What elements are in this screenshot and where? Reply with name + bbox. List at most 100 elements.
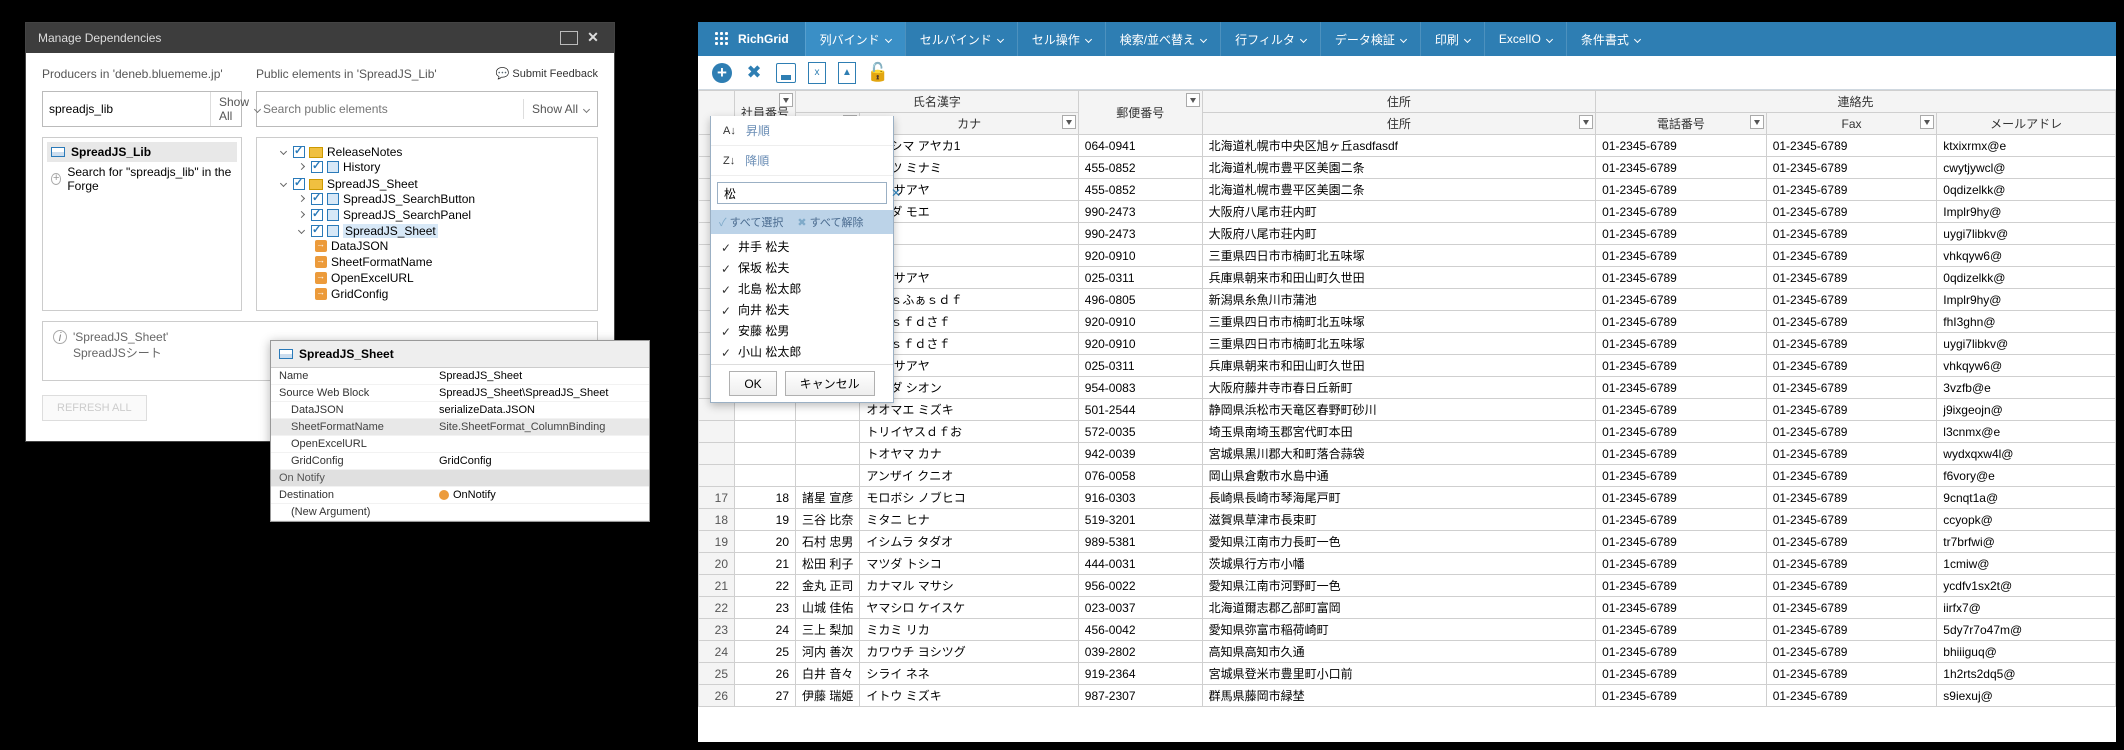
- filter-button[interactable]: [1750, 115, 1764, 129]
- filter-options-list[interactable]: ✓井手 松夫✓保坂 松夫✓北島 松太郎✓向井 松夫✓安藤 松男✓小山 松太郎: [711, 234, 893, 364]
- table-row[interactable]: あｄｓｆｄさｆ920-0910三重県四日市市楠町北五味塚01-2345-6789…: [699, 311, 2116, 333]
- tree-node[interactable]: SheetFormatName: [315, 255, 593, 269]
- filter-button[interactable]: [1920, 115, 1934, 129]
- property-row[interactable]: SheetFormatNameSite.SheetFormat_ColumnBi…: [271, 419, 649, 436]
- menu-item[interactable]: ExcelIO: [1484, 22, 1566, 56]
- table-row[interactable]: ABC920-0910三重県四日市市楠町北五味塚01-2345-678901-2…: [699, 245, 2116, 267]
- col-header[interactable]: 郵便番号: [1078, 91, 1202, 135]
- table-row[interactable]: ハラ サアヤ455-0852北海道札幌市豊平区美園二条01-2345-67890…: [699, 179, 2116, 201]
- table-row[interactable]: タケダ シオン954-0083大阪府藤井寺市春日丘新町01-2345-67890…: [699, 377, 2116, 399]
- property-row[interactable]: Source Web BlockSpreadJS_Sheet\SpreadJS_…: [271, 385, 649, 402]
- table-row[interactable]: アンザイ クニオ076-0058岡山県倉敷市水島中通01-2345-678901…: [699, 465, 2116, 487]
- table-row[interactable]: トリイヤスｄｆお572-0035埼玉県南埼玉郡宮代町本田01-2345-6789…: [699, 421, 2116, 443]
- col-header[interactable]: メールアドレ: [1937, 113, 2116, 135]
- close-icon[interactable]: ✕: [584, 31, 602, 45]
- table-row[interactable]: ハラ サアヤ025-0311兵庫県朝来市和田山町久世田01-2345-67890…: [699, 267, 2116, 289]
- table-row[interactable]: ハラ サアヤ025-0311兵庫県朝来市和田山町久世田01-2345-67890…: [699, 355, 2116, 377]
- menu-item[interactable]: セル操作: [1017, 22, 1105, 56]
- tree-node[interactable]: DataJSON: [315, 239, 593, 253]
- tree-node[interactable]: History: [297, 160, 593, 174]
- filter-option[interactable]: ✓向井 松夫: [711, 299, 893, 320]
- menu-item[interactable]: 行フィルタ: [1220, 22, 1320, 56]
- table-row[interactable]: 2627伊藤 瑞姫イトウ ミズキ987-2307群馬県藤岡市緑埜01-2345-…: [699, 685, 2116, 707]
- forge-search-item[interactable]: Search for "spreadjs_lib" in the Forge: [47, 162, 237, 196]
- checkbox-icon[interactable]: [311, 161, 323, 173]
- filter-button[interactable]: [1062, 115, 1076, 129]
- menu-item[interactable]: 印刷: [1420, 22, 1484, 56]
- table-row[interactable]: マツシマ アヤカ1064-0941北海道札幌市中央区旭ヶ丘asdfasdf01-…: [699, 135, 2116, 157]
- property-row[interactable]: OpenExcelURL: [271, 436, 649, 453]
- tree-node[interactable]: OpenExcelURL: [315, 271, 593, 285]
- col-header[interactable]: 電話番号: [1596, 113, 1767, 135]
- sort-asc[interactable]: A↓昇順: [711, 116, 893, 146]
- filter-option[interactable]: ✓安藤 松男: [711, 320, 893, 341]
- unlock-icon[interactable]: 🔓: [868, 63, 888, 83]
- clear-search-icon[interactable]: ✕: [885, 186, 907, 200]
- table-row[interactable]: 1920石村 忠男イシムラ タダオ989-5381愛知県江南市力長町一色01-2…: [699, 531, 2116, 553]
- tree-node[interactable]: SpreadJS_SearchPanel: [297, 208, 593, 222]
- filter-option[interactable]: ✓北島 松太郎: [711, 278, 893, 299]
- filter-option[interactable]: ✓小山 松太郎: [711, 341, 893, 362]
- add-button[interactable]: +: [712, 63, 732, 83]
- property-row[interactable]: On Notify: [271, 470, 649, 487]
- filter-button[interactable]: [779, 93, 793, 107]
- table-row[interactable]: ハマダ モエ990-2473大阪府八尾市荘内町01-2345-678901-23…: [699, 201, 2116, 223]
- refresh-all-button[interactable]: REFRESH ALL: [42, 395, 147, 421]
- tree-node[interactable]: SpreadJS_SearchButton: [297, 192, 593, 206]
- producer-item[interactable]: SpreadJS_Lib: [47, 142, 237, 162]
- brand[interactable]: RichGrid: [698, 31, 805, 47]
- property-row[interactable]: GridConfigGridConfig: [271, 453, 649, 470]
- table-row[interactable]: 2425河内 善次カワウチ ヨシツグ039-2802高知県高知市久通01-234…: [699, 641, 2116, 663]
- property-row[interactable]: DataJSONserializeData.JSON: [271, 402, 649, 419]
- property-row[interactable]: (New Argument): [271, 504, 649, 521]
- export-pdf-button[interactable]: ▲: [838, 62, 856, 84]
- maximize-icon[interactable]: [560, 31, 578, 45]
- dialog-titlebar[interactable]: Manage Dependencies ✕: [26, 23, 614, 53]
- tree-node[interactable]: GridConfig: [315, 287, 593, 301]
- property-row[interactable]: NameSpreadJS_Sheet: [271, 368, 649, 385]
- filter-cancel-button[interactable]: キャンセル: [785, 371, 875, 396]
- filter-button[interactable]: [1186, 93, 1200, 107]
- table-row[interactable]: 1819三谷 比奈ミタニ ヒナ519-3201滋賀県草津市長束町01-2345-…: [699, 509, 2116, 531]
- property-row[interactable]: DestinationOnNotify: [271, 487, 649, 504]
- table-row[interactable]: 2526白井 音々シライ ネネ919-2364宮城県登米市豊里町小口前01-23…: [699, 663, 2116, 685]
- menu-item[interactable]: セルバインド: [905, 22, 1017, 56]
- deselect-all[interactable]: すべて解除: [797, 214, 863, 230]
- submit-feedback-link[interactable]: Submit Feedback: [496, 67, 598, 80]
- filter-search-input[interactable]: [718, 183, 885, 203]
- checkbox-icon[interactable]: [293, 178, 305, 190]
- table-row[interactable]: 2223山城 佳佑ヤマシロ ケイスケ023-0037北海道爾志郡乙部町富岡01-…: [699, 597, 2116, 619]
- col-header[interactable]: 住所: [1202, 113, 1595, 135]
- tree-node[interactable]: ReleaseNotes: [279, 145, 593, 159]
- tree-node[interactable]: SpreadJS_Sheet: [279, 177, 593, 191]
- checkbox-icon[interactable]: [293, 146, 305, 158]
- checkbox-icon[interactable]: [311, 193, 323, 205]
- menu-item[interactable]: データ検証: [1320, 22, 1420, 56]
- sort-desc[interactable]: Z↓降順: [711, 146, 893, 176]
- public-search-input[interactable]: [257, 98, 523, 120]
- checkbox-icon[interactable]: [311, 209, 323, 221]
- table-row[interactable]: 1718諸星 宣彦モロボシ ノブヒコ916-0303長崎県長崎市琴海尾戸町01-…: [699, 487, 2116, 509]
- delete-button[interactable]: ✖: [744, 63, 764, 83]
- menu-item[interactable]: 列バインド: [805, 22, 905, 56]
- menu-item[interactable]: 検索/並べ替え: [1105, 22, 1220, 56]
- select-all[interactable]: すべて選択: [719, 214, 783, 230]
- producers-search-input[interactable]: [43, 98, 210, 120]
- menu-item[interactable]: 条件書式: [1566, 22, 1654, 56]
- table-row[interactable]: 2324三上 梨加ミカミ リカ456-0042愛知県弥富市稲荷崎町01-2345…: [699, 619, 2116, 641]
- filter-button[interactable]: [1579, 115, 1593, 129]
- filter-option[interactable]: ✓井手 松夫: [711, 236, 893, 257]
- table-row[interactable]: あｄｓｆｄさｆ920-0910三重県四日市市楠町北五味塚01-2345-6789…: [699, 333, 2116, 355]
- export-excel-button[interactable]: x: [808, 62, 826, 84]
- table-row[interactable]: トオヤマ カナ942-0039宮城県黒川郡大和町落合蒜袋01-2345-6789…: [699, 443, 2116, 465]
- table-row[interactable]: オオマエ ミズキ501-2544静岡県浜松市天竜区春野町砂川01-2345-67…: [699, 399, 2116, 421]
- table-row[interactable]: 2021松田 利子マツダ トシコ444-0031茨城県行方市小幡01-2345-…: [699, 553, 2116, 575]
- table-row[interactable]: あｄｓふぁｓｄｆ496-0805新潟県糸魚川市蒲池01-2345-678901-…: [699, 289, 2116, 311]
- col-header[interactable]: Fax: [1766, 113, 1937, 135]
- save-button[interactable]: [776, 63, 796, 83]
- table-row[interactable]: 2122金丸 正司カナマル マサシ956-0022愛知県江南市河野町一色01-2…: [699, 575, 2116, 597]
- public-show-all[interactable]: Show All: [523, 99, 597, 119]
- checkbox-icon[interactable]: [311, 225, 323, 237]
- table-row[interactable]: コマツ ミナミ455-0852北海道札幌市豊平区美園二条01-2345-6789…: [699, 157, 2116, 179]
- tree-node[interactable]: SpreadJS_Sheet: [297, 224, 593, 238]
